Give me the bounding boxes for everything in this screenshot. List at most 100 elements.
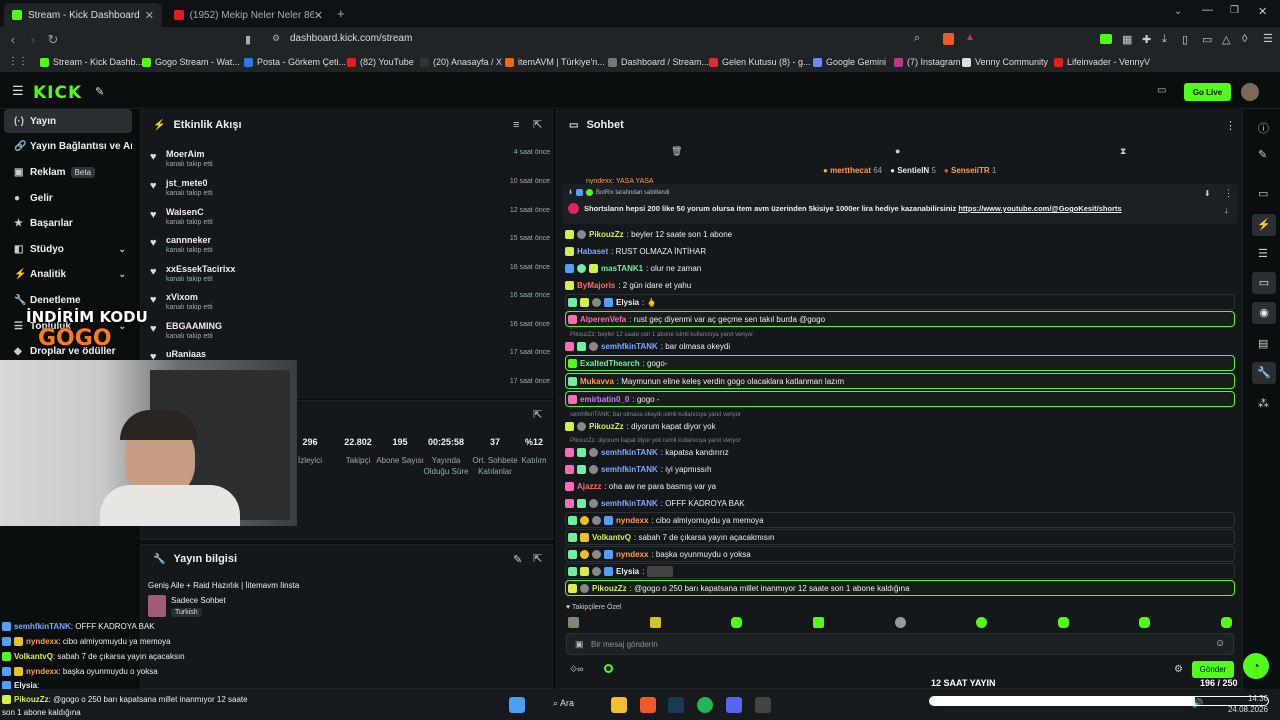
emote-icon[interactable] xyxy=(812,617,824,628)
unpin-icon[interactable]: ⬇ xyxy=(1204,189,1211,198)
chat-settings-gear-icon[interactable]: ⚙ xyxy=(1174,664,1183,675)
category-name[interactable]: Sadece Sohbet xyxy=(171,596,226,605)
file-explorer-icon[interactable] xyxy=(611,697,627,713)
top-gifter-3[interactable]: ● SenseiiTR 1 xyxy=(944,166,996,175)
extension-kick-icon[interactable] xyxy=(1100,34,1112,44)
menu-icon[interactable]: ☰ xyxy=(1263,32,1273,45)
edit-icon[interactable]: ✎ xyxy=(513,553,522,566)
hourglass-icon[interactable]: ⧗ xyxy=(1120,146,1126,157)
emote-icon[interactable] xyxy=(976,617,988,628)
taskbar-search[interactable]: ⌕ Ara xyxy=(553,698,574,709)
sidebar-item-basarilar[interactable]: ★ Başarılar xyxy=(4,211,132,235)
bookmark-lifeinvader[interactable]: Lifeinvader - VennyV xyxy=(1054,57,1150,67)
tab-list-icon[interactable]: ⌄ xyxy=(1174,6,1182,17)
broadcast-rail-icon[interactable]: ◉ xyxy=(1252,302,1276,324)
popout-icon[interactable]: ⇱ xyxy=(533,552,542,565)
chat-options-icon[interactable]: ⋮ xyxy=(1225,119,1236,132)
brave-icon[interactable] xyxy=(640,697,656,713)
bookmark-x[interactable]: (20) Anasayfa / X xyxy=(420,57,502,67)
url-field[interactable]: dashboard.kick.com/stream xyxy=(290,33,412,44)
chat-tools-icon[interactable]: ⟐∞ xyxy=(570,664,584,675)
avatar[interactable] xyxy=(1241,83,1259,101)
emote-icon[interactable] xyxy=(1057,617,1069,628)
trash-icon[interactable]: 🗑 xyxy=(671,146,682,157)
chat-input[interactable]: Bir mesaj gönderin xyxy=(591,640,658,649)
status-icon[interactable] xyxy=(604,664,613,673)
sidebar-item-studyo[interactable]: ◧ Stüdyo ⌄ xyxy=(4,237,132,261)
chat-mode-icon[interactable]: ● xyxy=(895,146,900,156)
send-button[interactable]: Gönder xyxy=(1192,661,1234,678)
top-gifter-1[interactable]: ● mertthecat 64 xyxy=(823,166,882,175)
pin-icon[interactable]: ✎ xyxy=(95,85,104,98)
nodes-icon[interactable]: ⁂ xyxy=(1258,397,1269,410)
popout-icon[interactable]: ⇱ xyxy=(533,118,542,131)
category-thumbnail[interactable] xyxy=(148,595,166,617)
bookmark-gemini[interactable]: Google Gemini xyxy=(813,57,886,67)
expand-icon[interactable]: ↓ xyxy=(1224,205,1229,215)
list-icon[interactable]: ☰ xyxy=(1258,247,1268,260)
filter-icon[interactable]: ≡ xyxy=(513,119,519,131)
bookmark-gogo-stream[interactable]: Gogo Stream - Wat... xyxy=(142,57,240,67)
obs-icon[interactable] xyxy=(755,697,771,713)
sidebar-item-yayin[interactable]: (·) Yayın xyxy=(4,109,132,133)
windows-start-icon[interactable] xyxy=(509,697,525,713)
leo-icon[interactable]: △ xyxy=(1222,33,1230,46)
vpn-icon[interactable]: ◊ xyxy=(1242,33,1247,45)
wallet-icon[interactable]: ▭ xyxy=(1202,33,1212,46)
emote-icon[interactable] xyxy=(1139,617,1151,628)
close-tab-icon[interactable]: ✕ xyxy=(314,9,323,22)
bookmark-outlook[interactable]: Posta - Görkem Çeti... xyxy=(244,57,346,67)
spotify-icon[interactable] xyxy=(697,697,713,713)
preview-icon[interactable]: ▭ xyxy=(1258,187,1268,200)
bookmark-kick-dashboard[interactable]: Stream - Kick Dashb... xyxy=(40,57,143,67)
clock-date[interactable]: 24.08.2026 xyxy=(1222,705,1268,714)
extension-icon[interactable]: ▦ xyxy=(1122,33,1132,46)
layout-icon[interactable]: ▭ xyxy=(1157,85,1166,96)
go-live-button[interactable]: Go Live xyxy=(1184,83,1231,101)
info-icon[interactable]: ⓘ xyxy=(1258,120,1269,136)
sidebar-item-gelir[interactable]: ● Gelir xyxy=(4,186,132,210)
tab-kick-dashboard[interactable]: Stream - Kick Dashboard ✕ xyxy=(4,3,162,27)
emote-icon[interactable] xyxy=(649,617,661,628)
bookmark-venny[interactable]: Venny Community xyxy=(962,57,1048,67)
new-tab-icon[interactable]: + xyxy=(337,6,345,21)
stats-rail-icon[interactable]: ▤ xyxy=(1258,337,1268,350)
chat-help-icon[interactable]: ◔ xyxy=(1243,653,1269,679)
discord-icon[interactable] xyxy=(726,697,742,713)
tab-youtube[interactable]: (1952) Mekip Neler Neler 86.Bölüm ... ✕ xyxy=(166,3,331,27)
steam-icon[interactable] xyxy=(668,697,684,713)
emote-icon[interactable] xyxy=(731,617,743,628)
top-gifter-2[interactable]: ● SentielN 5 xyxy=(890,166,936,175)
maximize-icon[interactable]: ❐ xyxy=(1230,5,1239,16)
pinned-options-icon[interactable]: ⋮ xyxy=(1224,188,1233,199)
bookmark-icon[interactable]: ▮ xyxy=(245,33,251,46)
zoom-search-icon[interactable]: ⌕ xyxy=(914,32,920,45)
bookmark-dashboard[interactable]: Dashboard / Stream... xyxy=(608,57,709,67)
brave-rewards-icon[interactable]: ▲ xyxy=(965,32,975,43)
apps-grid-icon[interactable]: ⋮⋮ xyxy=(8,56,28,67)
pinned-link[interactable]: https://www.youtube.com/@GogoKesit/short… xyxy=(958,204,1121,213)
window-close-icon[interactable]: ✕ xyxy=(1258,5,1267,18)
bookmark-instagram[interactable]: (7) Instagram xyxy=(894,57,961,67)
emote-icon[interactable] xyxy=(894,617,906,628)
wrench-rail-icon[interactable]: 🔧 xyxy=(1252,362,1276,384)
sidebar-toggle-icon[interactable]: ▯ xyxy=(1182,33,1188,46)
emote-icon[interactable] xyxy=(1221,617,1232,628)
bookmark-gmail[interactable]: Gelen Kutusu (8) - g... xyxy=(709,57,811,67)
brave-shield-icon[interactable] xyxy=(943,33,954,45)
emoji-icon[interactable]: ☺ xyxy=(1215,638,1225,649)
activity-rail-icon[interactable]: ⚡ xyxy=(1252,214,1276,236)
back-icon[interactable]: ‹ xyxy=(3,32,23,47)
forward-icon[interactable]: › xyxy=(23,32,43,47)
site-info-icon[interactable]: ⚙ xyxy=(272,33,280,44)
hamburger-icon[interactable]: ☰ xyxy=(12,83,24,99)
sidebar-item-reklam[interactable]: ▣ Reklam Beta xyxy=(4,160,132,184)
chat-rail-icon[interactable]: ▭ xyxy=(1252,272,1276,294)
popout-icon[interactable]: ⇱ xyxy=(533,408,542,421)
sidebar-item-stream-key[interactable]: 🔗Yayın Bağlantısı ve Anahtarı xyxy=(4,134,132,158)
bookmark-itemavm[interactable]: itemAVM | Türkiye'n... xyxy=(505,57,605,67)
sidebar-item-analitik[interactable]: ⚡ Analitik ⌄ xyxy=(4,262,132,286)
minimize-icon[interactable]: — xyxy=(1202,4,1213,16)
reload-icon[interactable]: ↻ xyxy=(43,32,63,48)
emote-icon[interactable] xyxy=(568,617,579,628)
